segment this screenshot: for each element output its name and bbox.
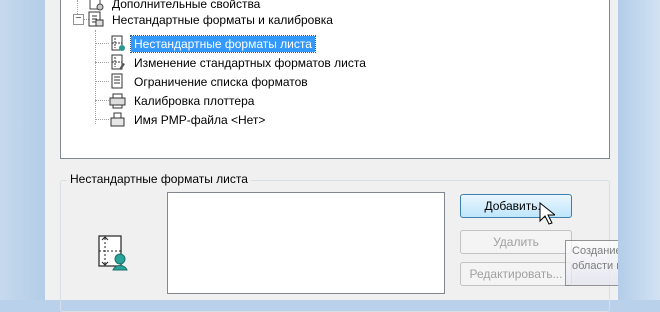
- printer-calibration-icon: [87, 11, 105, 28]
- tree-line: [77, 0, 78, 14]
- plotter-config-dialog: Дополнительные свойства − Нестандартные …: [45, 0, 660, 312]
- group-title: Нестандартные форматы листа: [67, 172, 251, 186]
- tree-item-label: Нестандартные форматы и калибровка: [112, 12, 333, 27]
- tree-item-custom-sizes-calibration[interactable]: Нестандартные форматы и калибровка: [87, 10, 336, 29]
- filter-paper-sizes-icon: [109, 73, 127, 90]
- custom-paper-size-icon: [93, 232, 133, 272]
- tree-item-label: Калибровка плоттера: [134, 93, 255, 108]
- tree-item-custom-paper-sizes[interactable]: Нестандартные форматы листа: [109, 34, 316, 53]
- tree-item-plotter-calibration[interactable]: Калибровка плоттера: [109, 91, 257, 110]
- tree-item-pmp-file-name[interactable]: Имя PMP-файла <Нет>: [109, 110, 268, 129]
- modify-paper-size-icon: [109, 54, 127, 71]
- delete-button[interactable]: Удалить: [460, 230, 572, 254]
- tree-line: [95, 100, 109, 101]
- tree-line: [95, 62, 109, 63]
- edit-button[interactable]: Редактировать...: [460, 262, 572, 286]
- tree-line: [95, 119, 109, 120]
- custom-paper-size-icon: [109, 35, 127, 52]
- custom-paper-sizes-list[interactable]: [167, 192, 445, 294]
- tree-collapse-toggle[interactable]: −: [73, 14, 84, 25]
- tree-line: [95, 43, 109, 44]
- window-frame-left: [0, 0, 45, 300]
- tree-item-modify-standard-sizes[interactable]: Изменение стандартных форматов листа: [109, 53, 369, 72]
- settings-tree[interactable]: Дополнительные свойства − Нестандартные …: [60, 0, 610, 159]
- tree-item-label: Ограничение списка форматов: [134, 74, 308, 89]
- tree-item-label: Изменение стандартных форматов листа: [134, 55, 366, 70]
- mouse-pointer-icon: [539, 201, 557, 226]
- add-button[interactable]: Добавить...: [460, 194, 572, 218]
- window-frame-right: [618, 0, 660, 300]
- pmp-file-icon: [109, 111, 127, 128]
- tree-item-label: Нестандартные форматы листа: [130, 34, 316, 53]
- tree-line: [95, 81, 109, 82]
- tree-item-filter-paper-sizes[interactable]: Ограничение списка форматов: [109, 72, 311, 91]
- plotter-calibration-icon: [109, 92, 127, 109]
- tree-line: [95, 30, 96, 124]
- tree-item-label: Имя PMP-файла <Нет>: [134, 112, 266, 127]
